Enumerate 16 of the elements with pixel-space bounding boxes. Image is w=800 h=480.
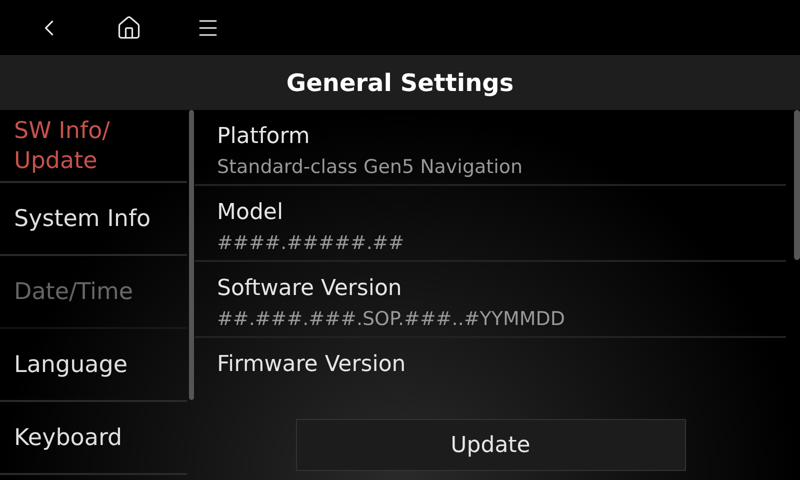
update-button[interactable]: Update: [296, 419, 686, 471]
info-label: Firmware Version: [217, 351, 407, 379]
info-value: ####.#####.##: [217, 231, 406, 256]
sidebar-item[interactable]: Language: [0, 329, 187, 402]
page-title: General Settings: [286, 68, 514, 98]
scrollbar[interactable]: [188, 110, 194, 400]
sidebar-item[interactable]: Keyboard: [0, 402, 187, 475]
info-label: Model: [217, 199, 284, 227]
scrollbar[interactable]: [794, 110, 800, 260]
home-icon: [116, 14, 142, 40]
info-label: Platform: [217, 123, 311, 151]
sidebar-item[interactable]: SW Info/ Update: [0, 110, 187, 183]
info-label: Software Version: [217, 275, 403, 303]
info-value: ##.###.###.SOP.###..#YYMMDD: [217, 307, 566, 332]
sidebar-item[interactable]: System Info: [0, 183, 187, 256]
info-value: Standard-class Gen5 Navigation: [217, 155, 524, 180]
